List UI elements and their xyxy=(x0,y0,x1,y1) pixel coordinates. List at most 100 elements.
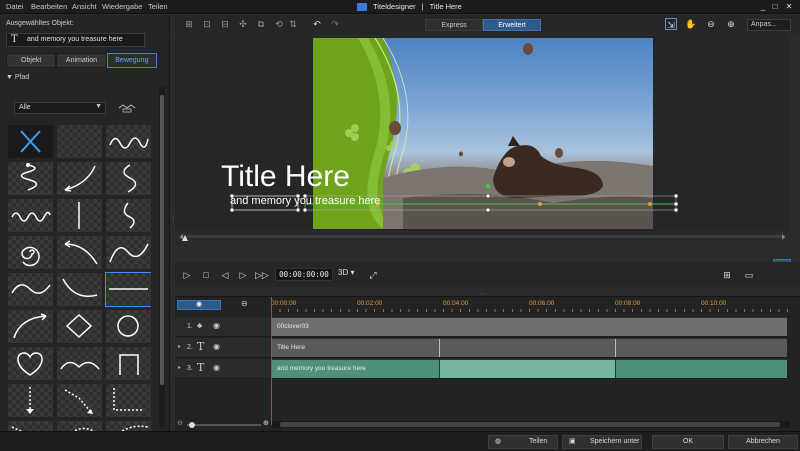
clip-subtitle-main[interactable] xyxy=(440,360,615,378)
clip-subtitle-in[interactable]: and memory you treasure here xyxy=(272,360,439,378)
preview-scrub-bar[interactable] xyxy=(180,233,785,241)
path-filter-dropdown[interactable]: Alle ▼ xyxy=(14,102,106,114)
tab-objekt[interactable]: Objekt xyxy=(6,53,57,68)
path-preset-line-vertical[interactable] xyxy=(57,199,102,232)
zoom-thumb[interactable] xyxy=(189,422,195,428)
selected-object-field[interactable]: T and memory you treasure here xyxy=(6,33,145,47)
track-header-1[interactable]: 1. ♣ ◉ xyxy=(175,317,271,337)
zoom-in-icon[interactable]: ⊕ xyxy=(725,18,737,30)
scrollbar-thumb[interactable] xyxy=(280,422,780,427)
order-icon[interactable]: ⧉ xyxy=(255,18,267,30)
clip-clover[interactable]: 00clover03 xyxy=(272,318,787,336)
visibility-eye-icon[interactable]: ◉ xyxy=(213,363,220,372)
cancel-button[interactable]: Abbrechen xyxy=(728,435,798,449)
path-preset-hump[interactable] xyxy=(57,347,102,380)
path-preset-line-horizontal[interactable] xyxy=(105,272,151,307)
path-keyframe-mid[interactable] xyxy=(538,202,542,206)
ok-button[interactable]: OK xyxy=(652,435,724,449)
close-button[interactable]: ✕ xyxy=(784,1,794,12)
zoom-in-icon[interactable]: ⊕ xyxy=(263,419,269,427)
grid-icon[interactable]: ⊞ xyxy=(721,269,733,281)
undo-icon[interactable]: ↶ xyxy=(311,18,323,30)
path-preset-curve-up-right[interactable] xyxy=(57,273,102,306)
stop-icon[interactable]: □ xyxy=(200,269,212,281)
advanced-mode-button[interactable]: Erweitert xyxy=(483,19,541,31)
clip-keyframe-marker[interactable] xyxy=(615,339,616,357)
path-preset-arc-up[interactable] xyxy=(8,310,53,343)
timeline-ruler[interactable]: 00:00:00 00:02:00 00:04:00 00:06:00 00:0… xyxy=(271,299,791,313)
menu-ansicht[interactable]: Ansicht xyxy=(72,2,97,11)
zoom-out-icon[interactable]: ⊖ xyxy=(177,419,183,427)
timeline-zoom-slider[interactable]: ⊖ ⊕ xyxy=(177,419,269,429)
group-icon[interactable]: ✣ xyxy=(237,18,249,30)
align-left-icon[interactable]: ⊞ xyxy=(183,18,195,30)
path-preset-curve-s-small[interactable] xyxy=(106,199,151,232)
panel-splitter-handle[interactable]: ⋮ xyxy=(170,215,176,227)
clip-subtitle-out[interactable] xyxy=(616,360,787,378)
redo-icon[interactable]: ↷ xyxy=(329,18,341,30)
menu-datei[interactable]: Datei xyxy=(6,2,24,11)
fast-forward-icon[interactable]: ▷▷ xyxy=(255,269,269,281)
path-preset-circle[interactable] xyxy=(106,310,151,343)
path-preset-spiral[interactable] xyxy=(8,236,53,269)
path-preset-s-curve[interactable] xyxy=(106,162,151,195)
path-preset-empty[interactable] xyxy=(57,125,102,158)
tab-animation[interactable]: Animation xyxy=(56,53,107,68)
rotate-icon[interactable]: ⟲ xyxy=(273,18,285,30)
track-options-icon[interactable]: ⊖ xyxy=(241,299,248,308)
path-section-header[interactable]: ▼ Pfad xyxy=(6,74,29,81)
track-header-3[interactable]: ▸ 3. T ◉ xyxy=(175,359,271,379)
share-button[interactable]: ◍ Teilen xyxy=(488,435,558,449)
zoom-out-icon[interactable]: ⊖ xyxy=(705,18,717,30)
path-preset-u-turn[interactable] xyxy=(106,347,151,380)
rotate-handle[interactable] xyxy=(486,184,490,188)
subtitle-text-object[interactable]: and memory you treasure here xyxy=(230,195,380,207)
save-as-button[interactable]: ▣ Speichern unter xyxy=(562,435,642,449)
path-preset-none[interactable] xyxy=(8,125,53,158)
track-toggle-button[interactable]: ◉ xyxy=(177,300,221,310)
path-preset-wave-horizontal[interactable] xyxy=(106,125,151,158)
tab-bewegung[interactable]: Bewegung xyxy=(106,53,157,68)
express-mode-button[interactable]: Express xyxy=(425,19,483,31)
path-preset-arc-left[interactable] xyxy=(57,236,102,269)
fullscreen-icon[interactable]: ⤢ xyxy=(367,269,379,281)
safe-zone-icon[interactable]: ▭ xyxy=(743,269,755,281)
timeline-playhead[interactable] xyxy=(271,297,272,425)
path-preset-heart[interactable] xyxy=(8,347,53,380)
expand-arrow-icon[interactable]: ▸ xyxy=(178,343,181,350)
maximize-button[interactable]: □ xyxy=(770,1,780,12)
clip-keyframe-marker[interactable] xyxy=(439,339,440,357)
title-text-object[interactable]: Title Here xyxy=(221,160,350,194)
visibility-eye-icon[interactable]: ◉ xyxy=(213,321,220,330)
timecode-display[interactable]: 00:00:00:00 xyxy=(275,268,333,281)
flip-icon[interactable]: ⇅ xyxy=(287,18,299,30)
align-center-icon[interactable]: ⊡ xyxy=(201,18,213,30)
clip-title[interactable]: Title Here xyxy=(272,339,787,357)
next-frame-icon[interactable]: ▷ xyxy=(237,269,249,281)
path-preset-s-horizontal[interactable] xyxy=(8,273,53,306)
zoom-fit-dropdown[interactable]: Anpas... xyxy=(747,19,791,31)
scrollbar-thumb[interactable] xyxy=(160,95,164,385)
menu-teilen[interactable]: Teilen xyxy=(148,2,168,11)
previous-frame-icon[interactable]: ◁ xyxy=(219,269,231,281)
path-preset-wave-small[interactable] xyxy=(8,199,53,232)
visibility-eye-icon[interactable]: ◉ xyxy=(213,342,220,351)
path-preset-curve-down-left[interactable] xyxy=(57,162,102,195)
path-preset-diagonal-dotted[interactable] xyxy=(57,384,102,417)
distribute-icon[interactable]: ⊟ xyxy=(219,18,231,30)
expand-arrow-icon[interactable]: ▸ xyxy=(178,364,181,371)
select-tool-icon[interactable]: ⇲ xyxy=(665,18,677,30)
menu-bearbeiten[interactable]: Bearbeiten xyxy=(31,2,67,11)
path-preset-diamond[interactable] xyxy=(57,310,102,343)
timeline-scrollbar[interactable] xyxy=(272,421,790,428)
path-preset-zigzag-down[interactable] xyxy=(8,162,53,195)
path-keyframe-end[interactable] xyxy=(648,202,652,206)
menu-wiedergabe[interactable]: Wiedergabe xyxy=(102,2,142,11)
minimize-button[interactable]: _ xyxy=(758,1,768,12)
path-preset-wave-large[interactable] xyxy=(106,236,151,269)
preset-scrollbar[interactable] xyxy=(159,87,165,427)
path-preset-corner-dotted[interactable] xyxy=(106,384,151,417)
play-icon[interactable]: ▷ xyxy=(181,269,193,281)
hand-tool-icon[interactable]: ✋ xyxy=(685,18,697,30)
path-preset-arrow-down-dotted[interactable] xyxy=(8,384,53,417)
